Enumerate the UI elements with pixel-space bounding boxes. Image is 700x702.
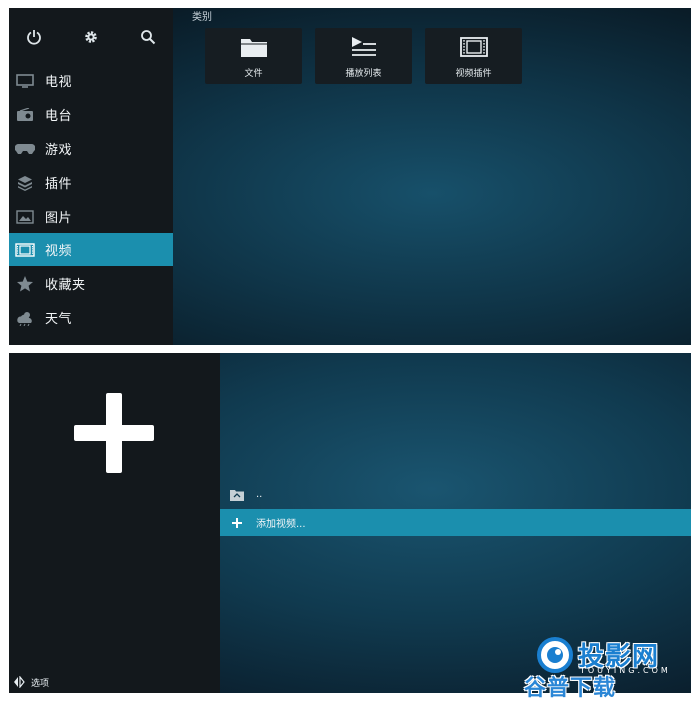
addon-box-icon [15,173,35,193]
weather-icon [15,308,35,328]
sidebar-item-tv[interactable]: 电视 [9,64,173,97]
options-arrow-icon [13,673,25,692]
plus-icon [230,517,244,529]
main-menu-sidebar: 电视 电台 游戏 插件 图片 视频 收藏夹 天气 [9,8,173,345]
gear-icon[interactable] [79,26,103,48]
watermark: 投影网 TOUYING.COM 谷普下载 [524,636,686,701]
tile-video-addons[interactable]: 视频插件 [425,28,522,84]
list-item-label: .. [256,489,263,500]
large-plus-icon [74,393,154,473]
sidebar-item-favourites[interactable]: 收藏夹 [9,267,173,300]
sidebar-item-label: 游戏 [45,143,73,158]
options-label: 选项 [31,679,50,689]
home-screen-panel: 电视 电台 游戏 插件 图片 视频 收藏夹 天气 类别 文件 播放列表 视频插件 [9,8,691,345]
search-icon[interactable] [136,26,160,48]
sidebar-item-weather[interactable]: 天气 [9,301,173,334]
top-icon-bar [9,26,173,48]
sidebar-item-label: 图片 [45,211,73,226]
sidebar-item-videos[interactable]: 视频 [9,233,173,266]
tile-files[interactable]: 文件 [205,28,302,84]
sources-sidebar: 选项 [9,353,220,693]
sidebar-item-label: 电台 [45,109,73,124]
category-heading: 类别 [192,12,212,23]
tv-icon [15,71,35,91]
tile-label: 文件 [244,69,263,79]
watermark-sub: 谷普下载 [524,676,617,701]
picture-icon [15,207,35,227]
list-item-add-videos[interactable]: 添加视频... [220,509,691,536]
parent-folder-icon [230,489,244,501]
sidebar-item-games[interactable]: 游戏 [9,132,173,165]
sidebar-item-label: 电视 [45,75,73,90]
sidebar-item-label: 天气 [45,312,73,327]
options-button[interactable]: 选项 [13,673,49,692]
radio-icon [15,105,35,125]
tile-label: 播放列表 [345,69,382,79]
list-item-parent[interactable]: .. [220,481,691,508]
watermark-logo-icon [536,636,574,674]
sidebar-item-label: 插件 [45,177,73,192]
video-addon-icon [425,36,522,58]
tile-label: 视频插件 [455,69,492,79]
star-icon [15,274,35,294]
sidebar-item-pictures[interactable]: 图片 [9,200,173,233]
list-item-label: 添加视频... [256,519,306,530]
tile-playlists[interactable]: 播放列表 [315,28,412,84]
folder-icon [205,36,302,58]
power-icon[interactable] [22,26,46,48]
sidebar-item-radio[interactable]: 电台 [9,98,173,131]
film-icon [15,240,35,260]
gamepad-icon [15,139,35,159]
sidebar-item-label: 收藏夹 [45,278,86,293]
sidebar-item-addons[interactable]: 插件 [9,166,173,199]
playlist-icon [315,36,412,58]
sidebar-item-label: 视频 [45,244,73,259]
